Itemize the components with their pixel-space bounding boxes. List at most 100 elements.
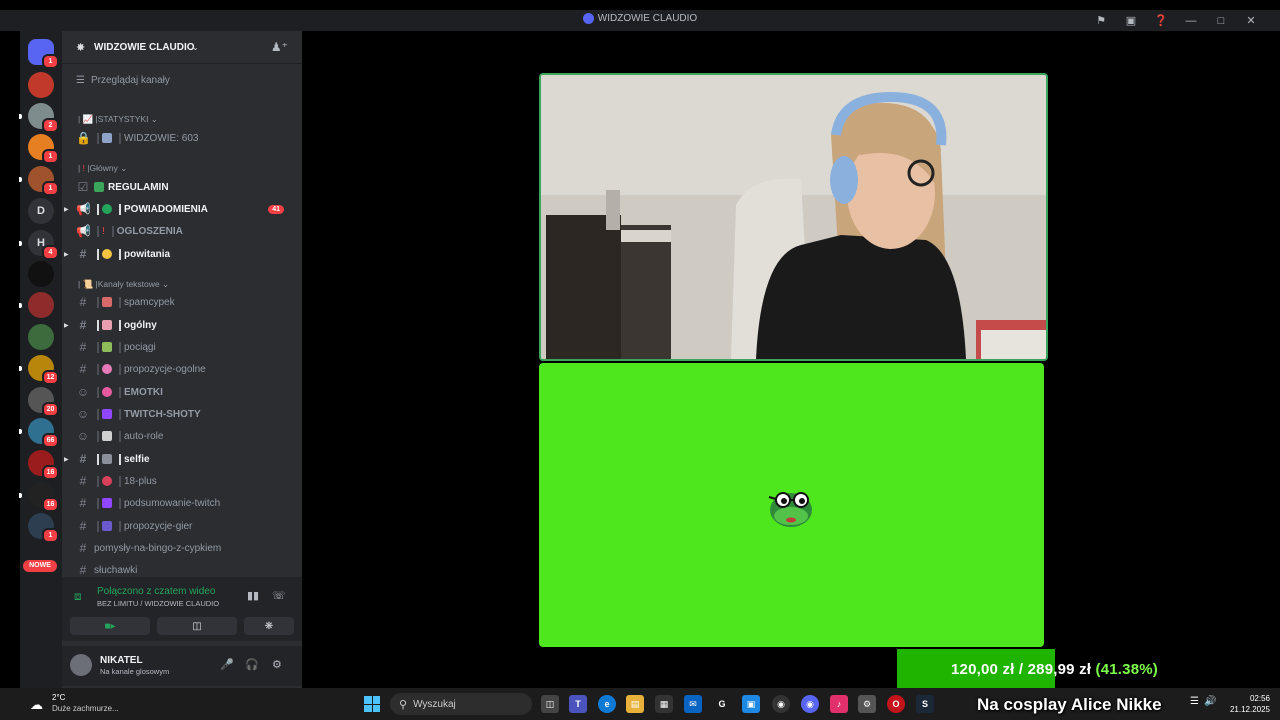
user-name[interactable]: NIKATEL — [100, 655, 143, 666]
channel-emotki[interactable]: ☺ EMOTKI — [76, 383, 296, 401]
server-icon-server-10[interactable]: 16 — [28, 450, 59, 480]
webcam-tile[interactable] — [539, 73, 1048, 361]
server-header[interactable]: ✸ WIDZOWIE CLAUDIO ⌄ ♟⁺ — [62, 31, 302, 64]
server-badge: 2 — [42, 118, 59, 133]
mail-icon[interactable]: ✉ — [684, 695, 702, 713]
file-explorer-icon[interactable]: ▤ — [626, 695, 644, 713]
close-icon[interactable]: ✕ — [1236, 12, 1266, 29]
screenshare-tile[interactable] — [539, 363, 1044, 647]
unread-pill — [19, 303, 22, 308]
category-glowny[interactable]: | ! |Główny ⌄ — [78, 163, 127, 174]
soundboard-icon[interactable]: ▮▮ — [247, 589, 259, 602]
discord-icon[interactable]: ◉ — [801, 695, 819, 713]
clock[interactable]: 02:56 21.12.2025 — [1230, 693, 1270, 715]
server-icon-server-2[interactable]: 2 — [19, 103, 59, 133]
unread-pill — [19, 241, 22, 246]
channel-spamcypek[interactable]: # spamcypek — [76, 293, 296, 311]
headphones-icon[interactable]: 🎧 — [245, 658, 259, 671]
microphone-icon[interactable]: 🎤 — [220, 658, 234, 671]
clock-time: 02:56 — [1249, 694, 1270, 703]
system-tray[interactable]: ☰ 🔊 — [1190, 696, 1216, 707]
category-tekstowe[interactable]: | 📜 |Kanały tekstowe ⌄ — [78, 279, 169, 290]
channel-propozycje-gier[interactable]: # propozycje-gier — [76, 517, 296, 535]
channel-pociagi[interactable]: # pociągi — [76, 338, 296, 356]
maximize-icon[interactable]: □ — [1206, 12, 1236, 29]
steam-icon[interactable]: S — [916, 695, 934, 713]
channel-widzowie[interactable]: 🔒 WIDZOWIE: 603 — [76, 129, 296, 147]
channel-ogolny[interactable]: ▶ # ogólny — [64, 316, 296, 334]
megaphone-icon: 📢 — [76, 202, 91, 216]
channel-ogloszenia[interactable]: 📢! OGLOSZENIA — [76, 222, 296, 240]
add-member-icon[interactable]: ♟⁺ — [271, 40, 288, 54]
browse-channels[interactable]: ☰ Przeglądaj kanały — [76, 75, 170, 86]
settings-icon[interactable]: ⚙ — [858, 695, 876, 713]
signal-icon[interactable]: ⧈ — [74, 589, 82, 604]
app-blue-icon[interactable]: ▣ — [742, 695, 760, 713]
screenshare-button[interactable]: ◫ — [157, 617, 237, 635]
server-icon-server-5[interactable] — [19, 292, 54, 318]
taskbar-search[interactable]: ⚲ Wyszukaj — [390, 693, 532, 715]
voice-group-icon: ☺ — [76, 385, 90, 399]
user-status: Na kanale glosowym — [100, 667, 170, 676]
channel-propozycje-ogolne[interactable]: # propozycje-ogolne — [76, 360, 296, 378]
voice-location[interactable]: BEZ LIMITU / WIDZOWIE CLAUDIO — [97, 599, 219, 608]
server-icon-server-4[interactable]: 1 — [19, 166, 59, 196]
server-icon-server-7[interactable]: 12 — [19, 355, 59, 385]
server-icon-server-12[interactable]: 1 — [28, 513, 59, 543]
server-icon-server-9[interactable]: 66 — [19, 418, 59, 448]
channel-bingo[interactable]: # pomysły-na-bingo-z-cypkiem — [76, 539, 296, 557]
voice-status[interactable]: Połączono z czatem wideo — [97, 586, 215, 597]
windows-start-icon[interactable] — [364, 696, 380, 712]
camera-button[interactable]: ■▸ — [70, 617, 150, 635]
voice-group-icon: ☺ — [76, 407, 90, 421]
unread-pill — [19, 429, 22, 434]
server-icon-server-11[interactable]: 16 — [19, 482, 59, 512]
app-g-icon[interactable]: G — [713, 695, 731, 713]
edge-icon[interactable]: e — [598, 695, 616, 713]
server-icon-server-8[interactable]: 20 — [28, 387, 59, 417]
channel-twitch-shoty[interactable]: ☺ TWITCH-SHOTY — [76, 405, 296, 423]
obs-icon[interactable]: ◉ — [772, 695, 790, 713]
server-icon-direct-messages[interactable]: 1 — [28, 39, 59, 69]
server-icon-server-1[interactable] — [28, 72, 54, 98]
server-icon-server-6[interactable] — [28, 324, 54, 350]
server-icon-server-x[interactable] — [28, 261, 54, 287]
volume-icon[interactable]: 🔊 — [1204, 696, 1216, 707]
chevron-down-icon[interactable]: ⌄ — [192, 43, 199, 52]
disconnect-icon[interactable]: ☏ — [272, 589, 286, 602]
list-icon: ☰ — [76, 75, 85, 86]
channel-18-plus[interactable]: #18-plus — [76, 472, 296, 490]
settings-gear-icon[interactable]: ⚙ — [272, 658, 282, 671]
wifi-icon[interactable]: ☰ — [1190, 696, 1199, 707]
store-icon[interactable]: ▦ — [655, 695, 673, 713]
screenshare-icon: ◫ — [192, 620, 202, 632]
activities-button[interactable]: ❋ — [244, 617, 294, 635]
task-view-icon[interactable]: ◫ — [541, 695, 559, 713]
server-badge: 16 — [42, 465, 59, 480]
teams-icon[interactable]: T — [569, 695, 587, 713]
new-badge[interactable]: NOWE — [23, 560, 57, 572]
server-icon-server-h[interactable]: H4 — [19, 230, 59, 260]
help-icon[interactable]: ❓ — [1146, 12, 1176, 29]
channel-auto-role[interactable]: ☺ auto-role — [76, 427, 296, 445]
server-icon-server-3[interactable]: 1 — [28, 134, 59, 164]
channel-powitania[interactable]: ▶ # powitania — [64, 245, 296, 263]
rules-icon: ☑ — [77, 180, 89, 194]
channel-selfie[interactable]: ▶ # selfie — [64, 450, 296, 468]
flag-icon[interactable]: ⚑ — [1086, 12, 1116, 29]
opera-icon[interactable]: O — [887, 695, 905, 713]
hash-icon: # — [79, 362, 87, 376]
server-badge: 1 — [42, 54, 59, 69]
channel-regulamin[interactable]: ☑ REGULAMIN — [76, 178, 296, 196]
tiktok-icon[interactable]: ♪ — [830, 695, 848, 713]
hash-icon: # — [79, 496, 87, 510]
unread-pill — [19, 177, 22, 182]
channel-powiadomienia[interactable]: ▶ 📢 POWIADOMIENIA 41 — [64, 200, 296, 218]
minimize-icon[interactable]: — — [1176, 12, 1206, 29]
category-statystyki[interactable]: | 📈 |STATYSTYKI ⌄ — [78, 114, 158, 125]
avatar[interactable] — [70, 654, 92, 676]
server-icon-server-d[interactable]: D — [28, 198, 54, 224]
server-badge: 4 — [42, 245, 59, 260]
channel-podsumowanie-twitch[interactable]: # podsumowanie-twitch — [76, 494, 296, 512]
inbox-icon[interactable]: ▣ — [1116, 12, 1146, 29]
